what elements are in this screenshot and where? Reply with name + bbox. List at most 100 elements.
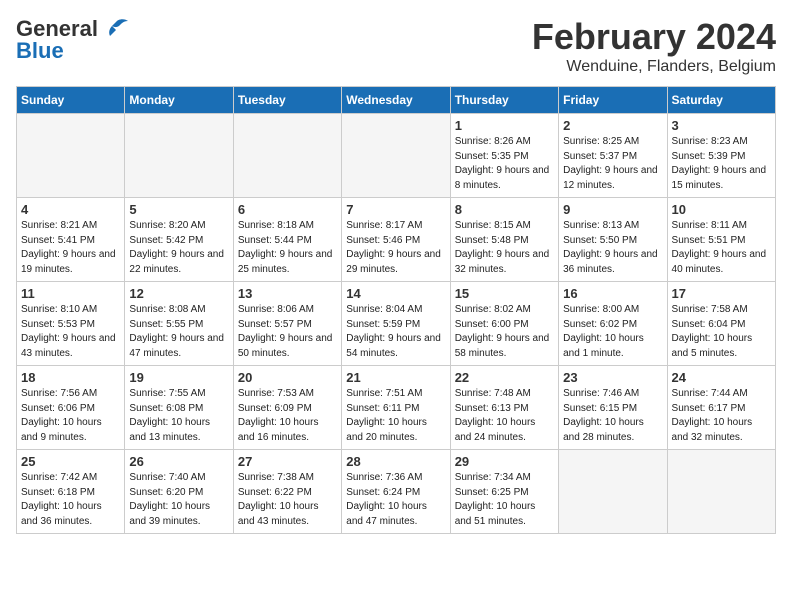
day-info: Sunrise: 8:25 AM Sunset: 5:37 PM Dayligh… <box>563 135 662 193</box>
weekday-tuesday: Tuesday <box>233 87 341 114</box>
weekday-thursday: Thursday <box>450 87 558 114</box>
calendar-cell: 4Sunrise: 8:21 AM Sunset: 5:41 PM Daylig… <box>17 198 125 282</box>
calendar-cell: 28Sunrise: 7:36 AM Sunset: 6:24 PM Dayli… <box>342 450 450 534</box>
day-info: Sunrise: 8:18 AM Sunset: 5:44 PM Dayligh… <box>238 219 337 277</box>
day-number: 18 <box>21 370 120 385</box>
day-number: 2 <box>563 118 662 133</box>
calendar-cell <box>559 450 667 534</box>
calendar-cell: 23 Sunrise: 7:46 AM Sunset: 6:15 PM Dayli… <box>559 366 667 450</box>
day-number: 6 <box>238 202 337 217</box>
calendar-cell: 6 Sunrise: 8:18 AM Sunset: 5:44 PM Daylig… <box>233 198 341 282</box>
day-number: 14 <box>346 286 445 301</box>
day-info: Sunrise: 8:02 AM Sunset: 6:00 PM Dayligh… <box>455 303 554 361</box>
title-area: February 2024 Wenduine, Flanders, Belgiu… <box>532 16 776 76</box>
day-info: Sunrise: 8:06 AM Sunset: 5:57 PM Dayligh… <box>238 303 337 361</box>
day-number: 12 <box>129 286 228 301</box>
day-info: Sunrise: 8:08 AM Sunset: 5:55 PM Dayligh… <box>129 303 228 361</box>
calendar-cell <box>342 114 450 198</box>
calendar-cell: 14 Sunrise: 8:04 AM Sunset: 5:59 PM Dayli… <box>342 282 450 366</box>
day-number: 25 <box>21 454 120 469</box>
calendar-cell: 7 Sunrise: 8:17 AM Sunset: 5:46 PM Daylig… <box>342 198 450 282</box>
calendar-body: 1 Sunrise: 8:26 AM Sunset: 5:35 PM Daylig… <box>17 114 776 534</box>
day-info: Sunrise: 8:15 AM Sunset: 5:48 PM Dayligh… <box>455 219 554 277</box>
calendar-cell: 11Sunrise: 8:10 AM Sunset: 5:53 PM Dayli… <box>17 282 125 366</box>
day-number: 7 <box>346 202 445 217</box>
calendar-cell: 10Sunrise: 8:11 AM Sunset: 5:51 PM Dayli… <box>667 198 775 282</box>
day-number: 5 <box>129 202 228 217</box>
day-number: 11 <box>21 286 120 301</box>
weekday-wednesday: Wednesday <box>342 87 450 114</box>
calendar-cell: 19 Sunrise: 7:55 AM Sunset: 6:08 PM Dayli… <box>125 366 233 450</box>
calendar-cell: 29Sunrise: 7:34 AM Sunset: 6:25 PM Dayli… <box>450 450 558 534</box>
calendar-cell: 25 Sunrise: 7:42 AM Sunset: 6:18 PM Dayli… <box>17 450 125 534</box>
calendar-cell: 24 Sunrise: 7:44 AM Sunset: 6:17 PM Dayli… <box>667 366 775 450</box>
calendar-cell: 20 Sunrise: 7:53 AM Sunset: 6:09 PM Dayli… <box>233 366 341 450</box>
day-number: 26 <box>129 454 228 469</box>
day-info: Sunrise: 7:51 AM Sunset: 6:11 PM Dayligh… <box>346 387 445 445</box>
calendar-cell: 15 Sunrise: 8:02 AM Sunset: 6:00 PM Dayli… <box>450 282 558 366</box>
day-number: 23 <box>563 370 662 385</box>
calendar-cell: 22 Sunrise: 7:48 AM Sunset: 6:13 PM Dayli… <box>450 366 558 450</box>
calendar-cell: 27Sunrise: 7:38 AM Sunset: 6:22 PM Dayli… <box>233 450 341 534</box>
logo: General Blue <box>16 16 130 64</box>
calendar-cell: 8 Sunrise: 8:15 AM Sunset: 5:48 PM Daylig… <box>450 198 558 282</box>
calendar-table: SundayMondayTuesdayWednesdayThursdayFrid… <box>16 86 776 534</box>
day-number: 24 <box>672 370 771 385</box>
weekday-header: SundayMondayTuesdayWednesdayThursdayFrid… <box>17 87 776 114</box>
day-info: Sunrise: 7:46 AM Sunset: 6:15 PM Dayligh… <box>563 387 662 445</box>
day-number: 20 <box>238 370 337 385</box>
day-info: Sunrise: 7:53 AM Sunset: 6:09 PM Dayligh… <box>238 387 337 445</box>
day-info: Sunrise: 7:58 AM Sunset: 6:04 PM Dayligh… <box>672 303 771 361</box>
header: General Blue February 2024 Wenduine, Fla… <box>16 16 776 76</box>
day-number: 27 <box>238 454 337 469</box>
day-info: Sunrise: 7:55 AM Sunset: 6:08 PM Dayligh… <box>129 387 228 445</box>
day-number: 16 <box>563 286 662 301</box>
day-info: Sunrise: 8:17 AM Sunset: 5:46 PM Dayligh… <box>346 219 445 277</box>
day-info: Sunrise: 8:04 AM Sunset: 5:59 PM Dayligh… <box>346 303 445 361</box>
day-number: 13 <box>238 286 337 301</box>
month-title: February 2024 <box>532 16 776 58</box>
day-info: Sunrise: 7:40 AM Sunset: 6:20 PM Dayligh… <box>129 471 228 529</box>
day-number: 29 <box>455 454 554 469</box>
day-info: Sunrise: 8:21 AM Sunset: 5:41 PM Dayligh… <box>21 219 120 277</box>
week-row-4: 18 Sunrise: 7:56 AM Sunset: 6:06 PM Dayli… <box>17 366 776 450</box>
week-row-5: 25 Sunrise: 7:42 AM Sunset: 6:18 PM Dayli… <box>17 450 776 534</box>
day-number: 1 <box>455 118 554 133</box>
week-row-2: 4Sunrise: 8:21 AM Sunset: 5:41 PM Daylig… <box>17 198 776 282</box>
day-number: 17 <box>672 286 771 301</box>
day-number: 22 <box>455 370 554 385</box>
calendar-cell: 2 Sunrise: 8:25 AM Sunset: 5:37 PM Daylig… <box>559 114 667 198</box>
calendar-cell: 5Sunrise: 8:20 AM Sunset: 5:42 PM Daylig… <box>125 198 233 282</box>
week-row-3: 11Sunrise: 8:10 AM Sunset: 5:53 PM Dayli… <box>17 282 776 366</box>
day-number: 15 <box>455 286 554 301</box>
logo-bird-icon <box>102 18 130 40</box>
calendar-cell: 12 Sunrise: 8:08 AM Sunset: 5:55 PM Dayli… <box>125 282 233 366</box>
day-number: 8 <box>455 202 554 217</box>
calendar-cell: 18 Sunrise: 7:56 AM Sunset: 6:06 PM Dayli… <box>17 366 125 450</box>
day-number: 21 <box>346 370 445 385</box>
day-info: Sunrise: 8:00 AM Sunset: 6:02 PM Dayligh… <box>563 303 662 361</box>
day-number: 19 <box>129 370 228 385</box>
day-number: 28 <box>346 454 445 469</box>
calendar-cell: 3 Sunrise: 8:23 AM Sunset: 5:39 PM Daylig… <box>667 114 775 198</box>
day-info: Sunrise: 7:56 AM Sunset: 6:06 PM Dayligh… <box>21 387 120 445</box>
calendar-cell: 21 Sunrise: 7:51 AM Sunset: 6:11 PM Dayli… <box>342 366 450 450</box>
day-info: Sunrise: 8:13 AM Sunset: 5:50 PM Dayligh… <box>563 219 662 277</box>
calendar-cell <box>667 450 775 534</box>
calendar-cell: 1 Sunrise: 8:26 AM Sunset: 5:35 PM Daylig… <box>450 114 558 198</box>
calendar-cell: 17 Sunrise: 7:58 AM Sunset: 6:04 PM Dayli… <box>667 282 775 366</box>
location-title: Wenduine, Flanders, Belgium <box>532 58 776 76</box>
day-number: 10 <box>672 202 771 217</box>
day-info: Sunrise: 7:48 AM Sunset: 6:13 PM Dayligh… <box>455 387 554 445</box>
weekday-saturday: Saturday <box>667 87 775 114</box>
day-info: Sunrise: 8:26 AM Sunset: 5:35 PM Dayligh… <box>455 135 554 193</box>
week-row-1: 1 Sunrise: 8:26 AM Sunset: 5:35 PM Daylig… <box>17 114 776 198</box>
day-info: Sunrise: 7:42 AM Sunset: 6:18 PM Dayligh… <box>21 471 120 529</box>
day-info: Sunrise: 8:23 AM Sunset: 5:39 PM Dayligh… <box>672 135 771 193</box>
weekday-friday: Friday <box>559 87 667 114</box>
day-number: 9 <box>563 202 662 217</box>
day-number: 3 <box>672 118 771 133</box>
day-info: Sunrise: 7:44 AM Sunset: 6:17 PM Dayligh… <box>672 387 771 445</box>
calendar-cell: 13 Sunrise: 8:06 AM Sunset: 5:57 PM Dayli… <box>233 282 341 366</box>
calendar-cell <box>125 114 233 198</box>
